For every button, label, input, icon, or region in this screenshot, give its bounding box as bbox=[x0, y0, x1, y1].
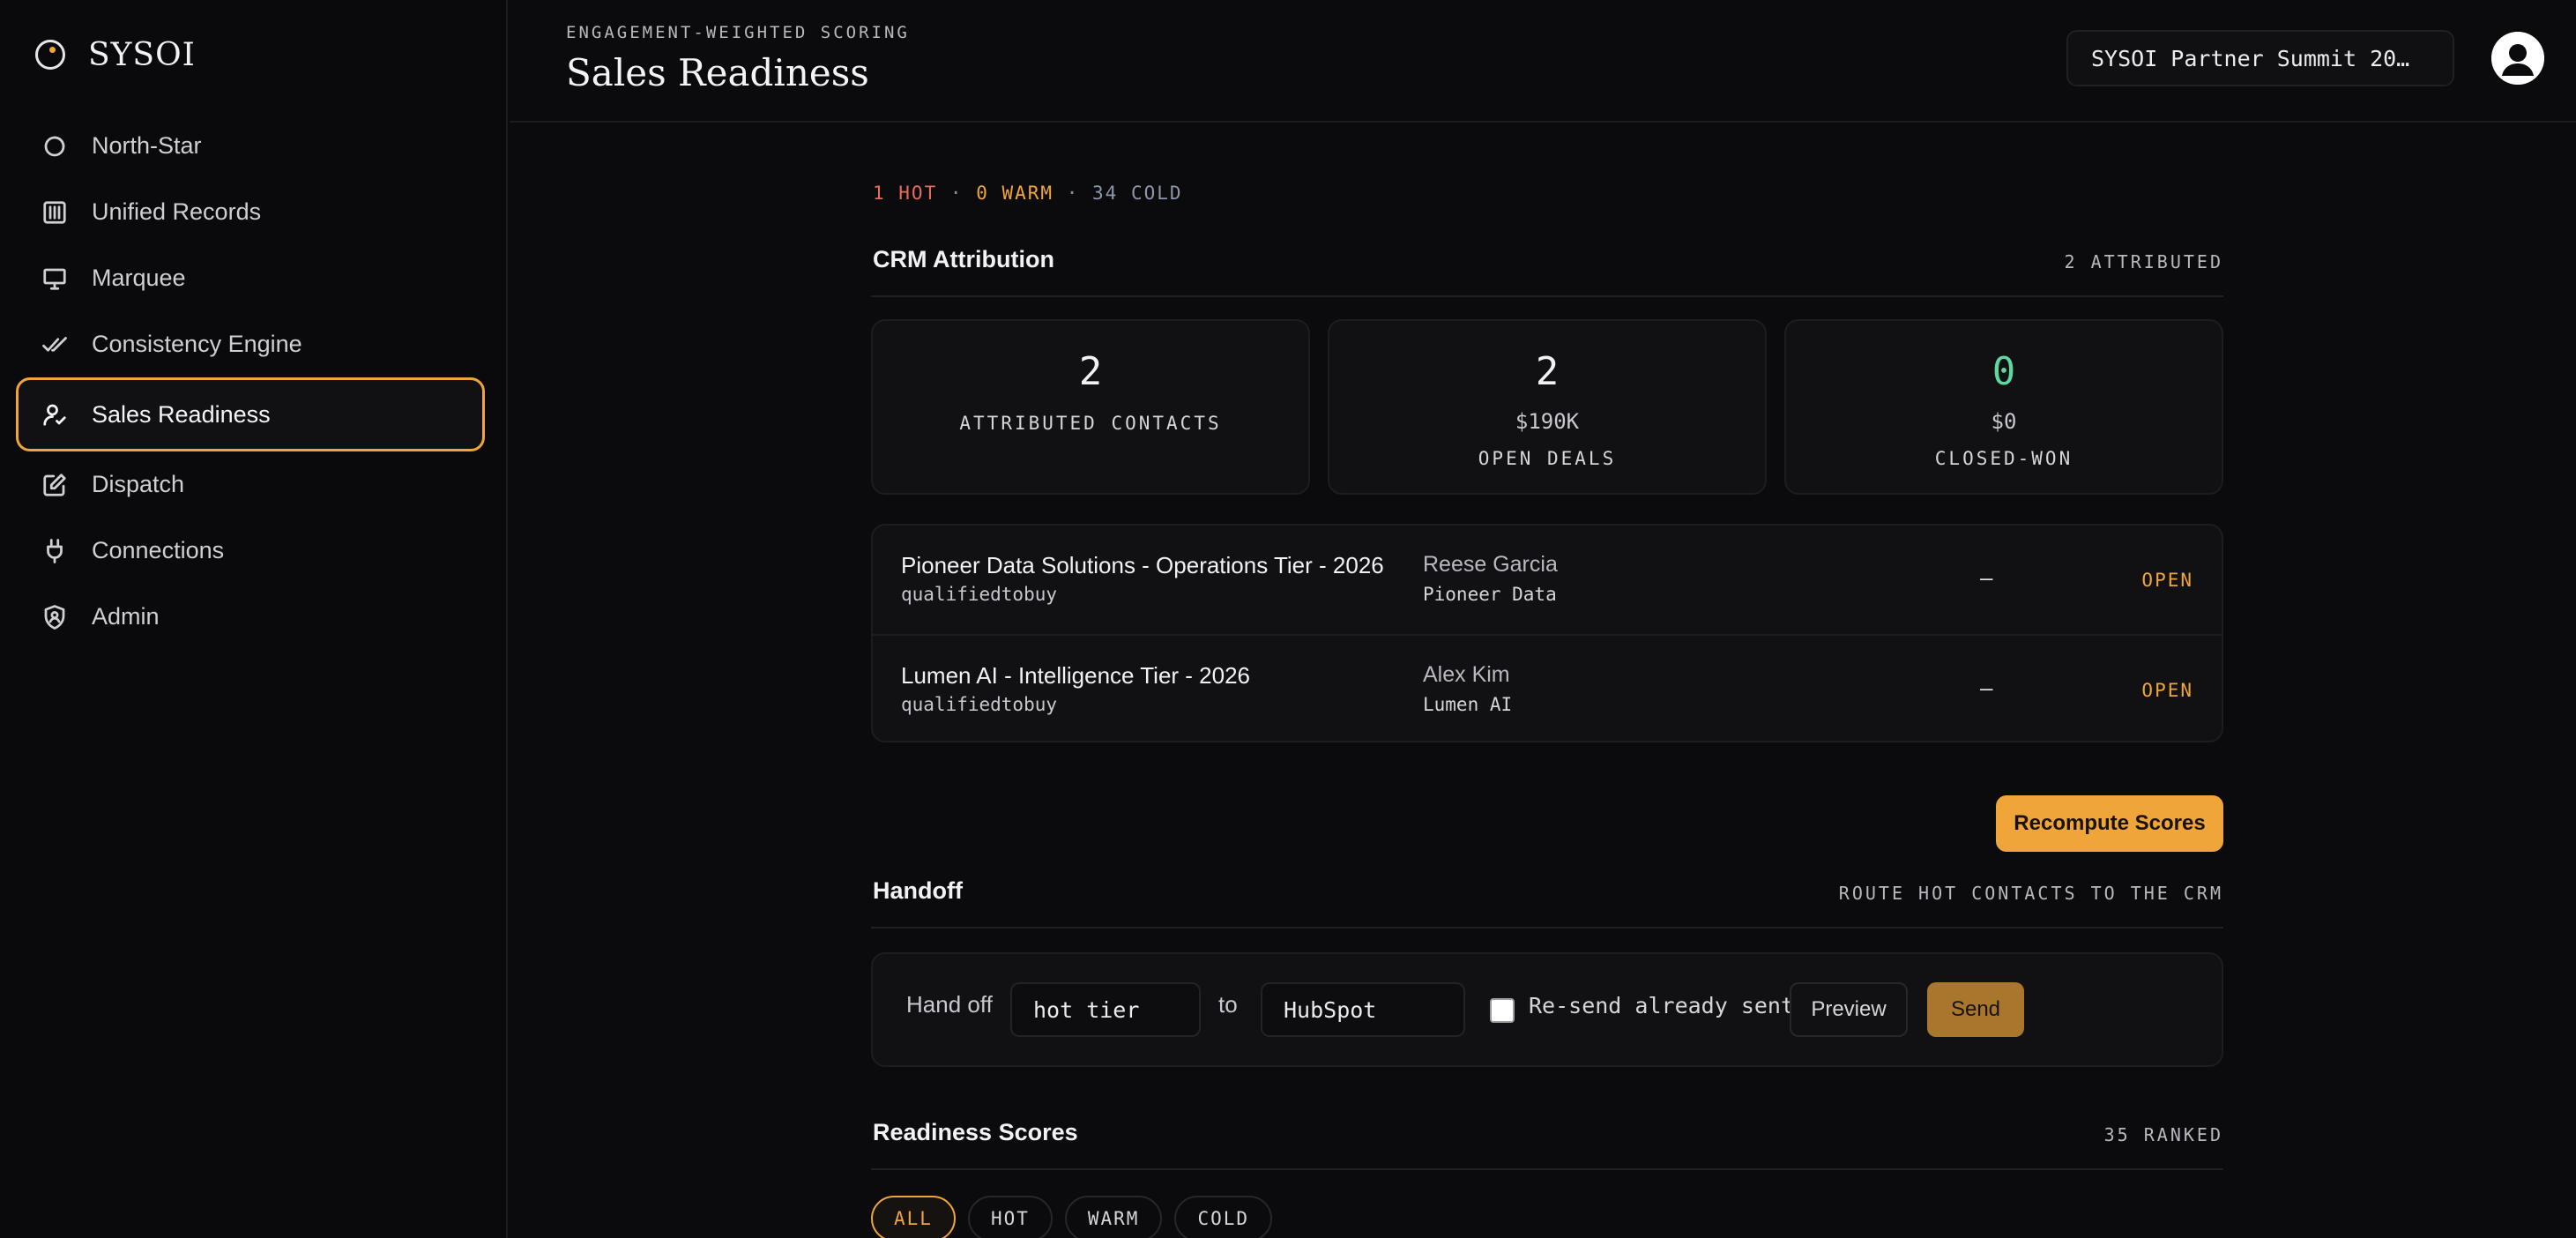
sidebar-item-marquee[interactable]: Marquee bbox=[16, 245, 485, 311]
tier-warm-count: 0 WARM bbox=[976, 183, 1054, 204]
handoff-section-header: Handoff ROUTE HOT CONTACTS TO THE CRM bbox=[871, 877, 2223, 928]
filter-chip-warm[interactable]: WARM bbox=[1064, 1196, 1163, 1238]
edit-icon bbox=[41, 471, 69, 499]
resend-checkbox-label[interactable]: Re-send already sent bbox=[1529, 993, 1794, 1018]
recompute-scores-button[interactable]: Recompute Scores bbox=[1996, 795, 2223, 852]
stat-sub: $0 bbox=[1991, 409, 2017, 434]
section-title: CRM Attribution bbox=[873, 246, 1054, 272]
preview-button[interactable]: Preview bbox=[1790, 982, 1908, 1037]
sidebar-item-unified-records[interactable]: Unified Records bbox=[16, 179, 485, 245]
section-title: Handoff bbox=[873, 877, 963, 904]
sidebar-item-label: Consistency Engine bbox=[92, 331, 302, 357]
brand-logo-icon bbox=[35, 40, 65, 70]
deal-name: Pioneer Data Solutions - Operations Tier… bbox=[901, 552, 1384, 578]
presentation-icon bbox=[41, 265, 69, 293]
crm-section-header: CRM Attribution 2 ATTRIBUTED bbox=[871, 246, 2223, 297]
deal-stage: qualifiedtobuy bbox=[901, 584, 1058, 605]
section-meta: 35 RANKED bbox=[2103, 1124, 2223, 1145]
sidebar-item-admin[interactable]: Admin bbox=[16, 584, 485, 650]
stat-label: ATTRIBUTED CONTACTS bbox=[959, 413, 1222, 434]
deal-amount: — bbox=[1980, 566, 1993, 591]
brand[interactable]: SYSOI bbox=[35, 34, 196, 76]
double-check-icon bbox=[41, 331, 69, 359]
event-selector[interactable]: SYSOI Partner Summit 20… bbox=[2066, 30, 2454, 86]
sidebar-item-label: Marquee bbox=[92, 265, 186, 291]
destination-select[interactable]: HubSpot bbox=[1261, 982, 1465, 1037]
plug-icon bbox=[41, 537, 69, 565]
tier-cold-count: 34 COLD bbox=[1092, 183, 1183, 204]
deals-list: Pioneer Data Solutions - Operations Tier… bbox=[871, 524, 2223, 742]
north-star-icon bbox=[41, 132, 69, 160]
page-eyebrow: ENGAGEMENT-WEIGHTED SCORING bbox=[566, 23, 910, 42]
section-meta: 2 ATTRIBUTED bbox=[2064, 251, 2223, 272]
stat-card-attributed-contacts: 2 ATTRIBUTED CONTACTS bbox=[871, 319, 1310, 495]
sidebar-item-label: Admin bbox=[92, 603, 160, 630]
stat-number: 0 bbox=[1992, 349, 2016, 394]
tier-filter-chips: ALL HOT WARM COLD bbox=[871, 1196, 1273, 1238]
user-check-icon bbox=[41, 400, 69, 429]
deal-amount: — bbox=[1980, 676, 1993, 701]
handoff-label: Hand off bbox=[906, 991, 993, 1018]
deal-contact: Alex Kim bbox=[1423, 662, 1510, 687]
sidebar-item-label: North-Star bbox=[92, 132, 202, 159]
sidebar-item-sales-readiness[interactable]: Sales Readiness bbox=[16, 377, 485, 451]
page-header: ENGAGEMENT-WEIGHTED SCORING Sales Readin… bbox=[510, 0, 2576, 123]
tier-separator: · bbox=[1066, 183, 1080, 204]
handoff-form: Hand off hot tier to HubSpot Re-send alr… bbox=[871, 952, 2223, 1067]
tier-select[interactable]: hot tier bbox=[1010, 982, 1201, 1037]
sidebar-item-label: Connections bbox=[92, 537, 225, 563]
filter-chip-all[interactable]: ALL bbox=[871, 1196, 956, 1238]
stat-number: 2 bbox=[1078, 349, 1103, 394]
shield-user-icon bbox=[41, 603, 69, 631]
deal-status: OPEN bbox=[2141, 570, 2193, 591]
records-icon bbox=[41, 198, 69, 227]
filter-chip-cold[interactable]: COLD bbox=[1174, 1196, 1273, 1238]
stat-sub: $190K bbox=[1515, 409, 1580, 434]
stat-label: CLOSED-WON bbox=[1934, 448, 2073, 469]
stat-number: 2 bbox=[1535, 349, 1560, 394]
stat-label: OPEN DEALS bbox=[1478, 448, 1617, 469]
send-button[interactable]: Send bbox=[1927, 982, 2024, 1037]
deal-company: Pioneer Data bbox=[1423, 584, 1557, 605]
sidebar-item-dispatch[interactable]: Dispatch bbox=[16, 451, 485, 518]
readiness-section-header: Readiness Scores 35 RANKED bbox=[871, 1119, 2223, 1170]
table-row[interactable]: Pioneer Data Solutions - Operations Tier… bbox=[873, 526, 2222, 634]
sidebar: SYSOI North-Star Unified Records Marquee… bbox=[0, 0, 508, 1238]
sidebar-item-label: Dispatch bbox=[92, 471, 185, 497]
user-avatar-icon bbox=[2491, 32, 2544, 85]
deal-company: Lumen AI bbox=[1423, 694, 1513, 715]
stat-card-open-deals: 2 $190K OPEN DEALS bbox=[1328, 319, 1767, 495]
tier-summary: 1 HOT · 0 WARM · 34 COLD bbox=[873, 183, 1183, 204]
deal-stage: qualifiedtobuy bbox=[901, 694, 1058, 715]
tier-hot-count: 1 HOT bbox=[873, 183, 938, 204]
section-title: Readiness Scores bbox=[873, 1119, 1078, 1145]
sidebar-item-consistency-engine[interactable]: Consistency Engine bbox=[16, 311, 485, 377]
sidebar-item-label: Unified Records bbox=[92, 198, 262, 225]
filter-chip-hot[interactable]: HOT bbox=[967, 1196, 1053, 1238]
handoff-to-label: to bbox=[1218, 991, 1238, 1018]
section-meta: ROUTE HOT CONTACTS TO THE CRM bbox=[1838, 883, 2223, 904]
table-row[interactable]: Lumen AI - Intelligence Tier - 2026 qual… bbox=[873, 634, 2222, 741]
sidebar-item-connections[interactable]: Connections bbox=[16, 518, 485, 584]
deal-contact: Reese Garcia bbox=[1423, 552, 1558, 577]
page-title: Sales Readiness bbox=[566, 51, 869, 94]
deal-status: OPEN bbox=[2141, 680, 2193, 701]
sidebar-item-label: Sales Readiness bbox=[92, 400, 271, 428]
tier-separator: · bbox=[949, 183, 964, 204]
sidebar-item-north-star[interactable]: North-Star bbox=[16, 113, 485, 179]
stat-card-closed-won: 0 $0 CLOSED-WON bbox=[1784, 319, 2223, 495]
deal-name: Lumen AI - Intelligence Tier - 2026 bbox=[901, 662, 1251, 689]
sidebar-nav: North-Star Unified Records Marquee Consi… bbox=[16, 113, 485, 650]
avatar[interactable] bbox=[2491, 32, 2544, 85]
resend-checkbox[interactable] bbox=[1490, 998, 1515, 1023]
brand-name: SYSOI bbox=[88, 36, 196, 73]
